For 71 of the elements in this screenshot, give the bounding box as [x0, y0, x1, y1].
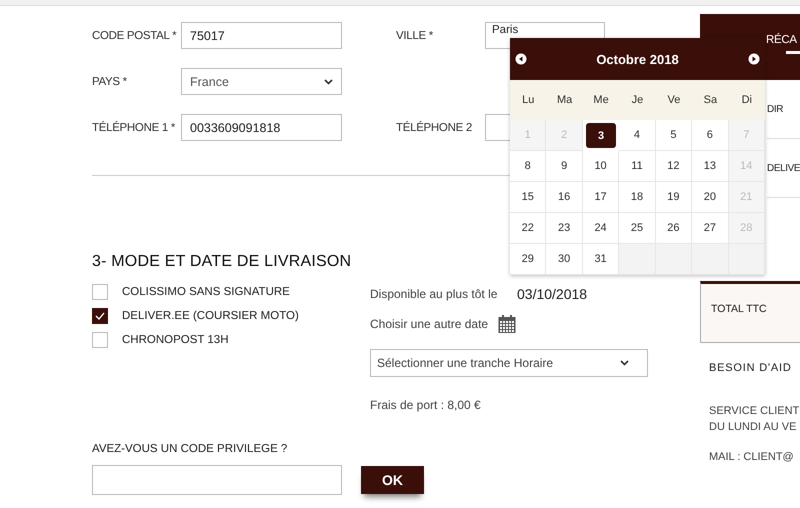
weekday-label: Di	[740, 93, 753, 108]
calendar-day[interactable]: 30	[546, 244, 583, 275]
field-label: TÉLÉPHONE 2	[396, 122, 473, 134]
calendar-day[interactable]: 5	[656, 120, 692, 151]
calendar-day[interactable]: 10	[582, 151, 620, 182]
field-label: CODE POSTAL *	[92, 30, 178, 42]
calendar-day[interactable]: 22	[510, 213, 546, 244]
tab-indicator	[786, 51, 800, 54]
calendar-day[interactable]: 15	[510, 182, 546, 213]
weekday-label: Je	[630, 93, 644, 108]
field-label: TÉLÉPHONE 1 *	[92, 122, 176, 134]
checkbox[interactable]	[92, 284, 108, 300]
calendar-day[interactable]: 9	[546, 151, 583, 182]
caret-icon	[620, 360, 629, 366]
country-select[interactable]: France	[181, 68, 342, 95]
info-label: Disponible au plus tôt le	[370, 287, 498, 301]
select-value: France	[190, 74, 229, 88]
promo-label: AVEZ-VOUS UN CODE PRIVILEGE ?	[92, 443, 288, 455]
promo-code-field[interactable]	[92, 465, 342, 495]
ok-button[interactable]: OK	[361, 466, 424, 494]
weekday-label: Me	[592, 93, 610, 108]
checkbox[interactable]	[92, 332, 108, 348]
total-label: TOTAL TTC	[711, 303, 767, 315]
option-label: COLISSIMO SANS SIGNATURE	[122, 286, 290, 298]
option-label: DELIVER.EE (COURSIER MOTO)	[122, 310, 299, 322]
field-label: VILLE *	[396, 30, 434, 42]
month-title: Octobre 2018	[596, 52, 679, 66]
weekday-label: Lu	[521, 93, 536, 108]
checkbox[interactable]	[92, 308, 108, 324]
weekday-label: Ve	[666, 93, 682, 108]
calendar-day[interactable]: 8	[510, 151, 546, 182]
calendar-day: 1	[510, 120, 546, 151]
weekday-label: Sa	[702, 93, 718, 108]
calendar-day[interactable]: 29	[510, 244, 546, 275]
help-heading: BESOIN D'AID	[709, 362, 793, 374]
calendar-day[interactable]: 11	[619, 151, 656, 182]
calendar-day: 2	[546, 120, 583, 151]
summary-item: DELIVE	[767, 139, 800, 198]
calendar-day[interactable]: 12	[656, 151, 692, 182]
calendar-day[interactable]: 4	[619, 120, 656, 151]
summary-item: DIR	[767, 80, 800, 139]
calendar-day[interactable]: 16	[546, 182, 583, 213]
next-icon[interactable]	[748, 53, 760, 65]
input-field[interactable]: 0033609091818	[181, 114, 342, 141]
help-text: SERVICE CLIENT DU LUNDI AU VE	[709, 404, 800, 435]
calendar-day[interactable]: 24	[582, 213, 620, 244]
calendar-day[interactable]: 3	[586, 123, 616, 148]
section-heading: 3- MODE ET DATE DE LIVRAISON	[92, 253, 352, 271]
calendar-day[interactable]: 18	[619, 182, 656, 213]
mail-text: MAIL : CLIENT@	[709, 451, 795, 463]
calendar-day: 14	[728, 151, 765, 182]
calendar-day: 28	[728, 213, 765, 244]
select-value: Sélectionner une tranche Horaire	[377, 356, 554, 370]
time-slot-select[interactable]: Sélectionner une tranche Horaire	[370, 349, 648, 377]
field-label: PAYS *	[92, 76, 128, 88]
weekday-label: Ma	[556, 93, 574, 108]
input-field[interactable]: 75017	[181, 22, 342, 49]
calendar-day[interactable]: 23	[546, 213, 583, 244]
date-value: 03/10/2018	[517, 286, 588, 302]
shipping-cost: Frais de port : 8,00 €	[370, 398, 482, 412]
previous-icon[interactable]	[515, 53, 527, 65]
check-icon	[95, 312, 105, 320]
summary-tab[interactable]: RÉCA	[766, 34, 797, 46]
calendar-day: 21	[728, 182, 765, 213]
caret-icon	[324, 78, 333, 84]
calendar-day: 7	[728, 120, 765, 151]
calendar-day[interactable]: 19	[656, 182, 692, 213]
info-label: Choisir une autre date	[370, 317, 490, 331]
calendar-day[interactable]: 17	[582, 182, 620, 213]
option-label: CHRONOPOST 13H	[122, 334, 229, 346]
calendar-icon[interactable]	[498, 315, 516, 333]
